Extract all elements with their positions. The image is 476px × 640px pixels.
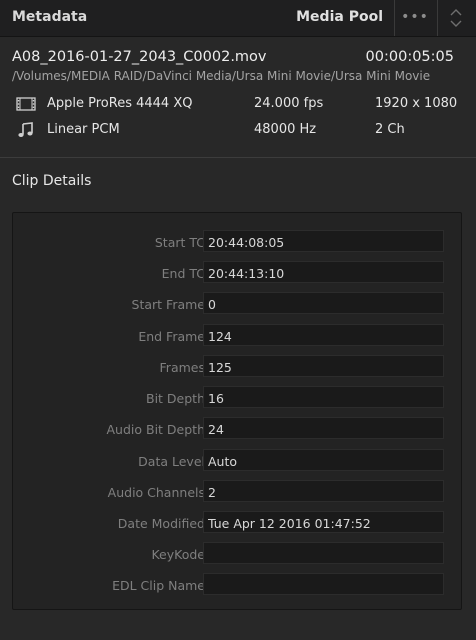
film-strip-icon (16, 96, 36, 112)
detail-label: Audio Bit Depth (106, 422, 206, 437)
audio-channel-count: 2 Ch (375, 122, 405, 137)
audio-bit-depth-field[interactable] (203, 417, 444, 439)
video-resolution: 1920 x 1080 (375, 96, 458, 111)
metadata-panel-title[interactable]: Metadata (12, 9, 87, 25)
end-tc-field[interactable] (203, 261, 444, 283)
detail-label: End Frame (138, 329, 205, 344)
detail-row-frames: Frames (13, 355, 461, 379)
audio-stream-row: Linear PCM 48000 Hz 2 Ch (0, 120, 476, 140)
keykode-field[interactable] (203, 542, 444, 564)
detail-row-audio-bit-depth: Audio Bit Depth (13, 417, 461, 441)
clip-details-panel: Start TC End TC Start Frame End Frame Fr… (12, 212, 462, 610)
header-divider (437, 0, 438, 36)
more-options-icon[interactable]: ••• (396, 4, 434, 30)
detail-row-date-modified: Date Modified (13, 511, 461, 535)
detail-label: Date Modified (117, 516, 205, 531)
detail-row-end-tc: End TC (13, 261, 461, 285)
clip-file-path: /Volumes/MEDIA RAID/DaVinci Media/Ursa M… (12, 69, 431, 83)
end-frame-field[interactable] (203, 324, 444, 346)
detail-row-audio-channels: Audio Channels (13, 480, 461, 504)
start-tc-field[interactable] (203, 230, 444, 252)
video-codec: Apple ProRes 4444 XQ (47, 96, 193, 111)
media-pool-tab[interactable]: Media Pool (296, 9, 383, 25)
panel-header: Metadata Media Pool ••• (0, 0, 476, 37)
detail-row-keykode: KeyKode (13, 542, 461, 566)
music-note-icon (16, 122, 36, 138)
detail-label: Start TC (154, 235, 205, 250)
clip-duration: 00:00:05:05 (365, 49, 454, 65)
date-modified-field[interactable] (203, 511, 444, 533)
detail-row-edl-clip-name: EDL Clip Name (13, 573, 461, 597)
start-frame-field[interactable] (203, 292, 444, 314)
edl-clip-name-field[interactable] (203, 573, 444, 595)
clip-filename: A08_2016-01-27_2043_C0002.mov (12, 49, 267, 65)
bit-depth-field[interactable] (203, 386, 444, 408)
file-info-section: A08_2016-01-27_2043_C0002.mov 00:00:05:0… (0, 37, 476, 158)
detail-label: Start Frame (131, 297, 205, 312)
detail-label: End TC (161, 266, 205, 281)
detail-label: Data Level (138, 454, 205, 469)
detail-row-bit-depth: Bit Depth (13, 386, 461, 410)
audio-channels-field[interactable] (203, 480, 444, 502)
audio-codec: Linear PCM (47, 122, 120, 137)
data-level-field[interactable] (203, 449, 444, 471)
detail-label: Frames (159, 360, 205, 375)
detail-label: EDL Clip Name (112, 578, 205, 593)
detail-label: KeyKode (151, 547, 205, 562)
header-divider (394, 0, 395, 36)
video-stream-row: Apple ProRes 4444 XQ 24.000 fps 1920 x 1… (0, 94, 476, 114)
detail-row-data-level: Data Level (13, 449, 461, 473)
detail-row-start-tc: Start TC (13, 230, 461, 254)
video-frame-rate: 24.000 fps (254, 96, 324, 111)
audio-sample-rate: 48000 Hz (254, 122, 317, 137)
clip-details-heading: Clip Details (12, 173, 92, 189)
detail-label: Audio Channels (107, 485, 205, 500)
detail-label: Bit Depth (146, 391, 205, 406)
panel-footer (0, 626, 476, 640)
detail-row-end-frame: End Frame (13, 324, 461, 348)
frames-field[interactable] (203, 355, 444, 377)
detail-row-start-frame: Start Frame (13, 292, 461, 316)
expand-collapse-icon[interactable] (442, 6, 470, 30)
